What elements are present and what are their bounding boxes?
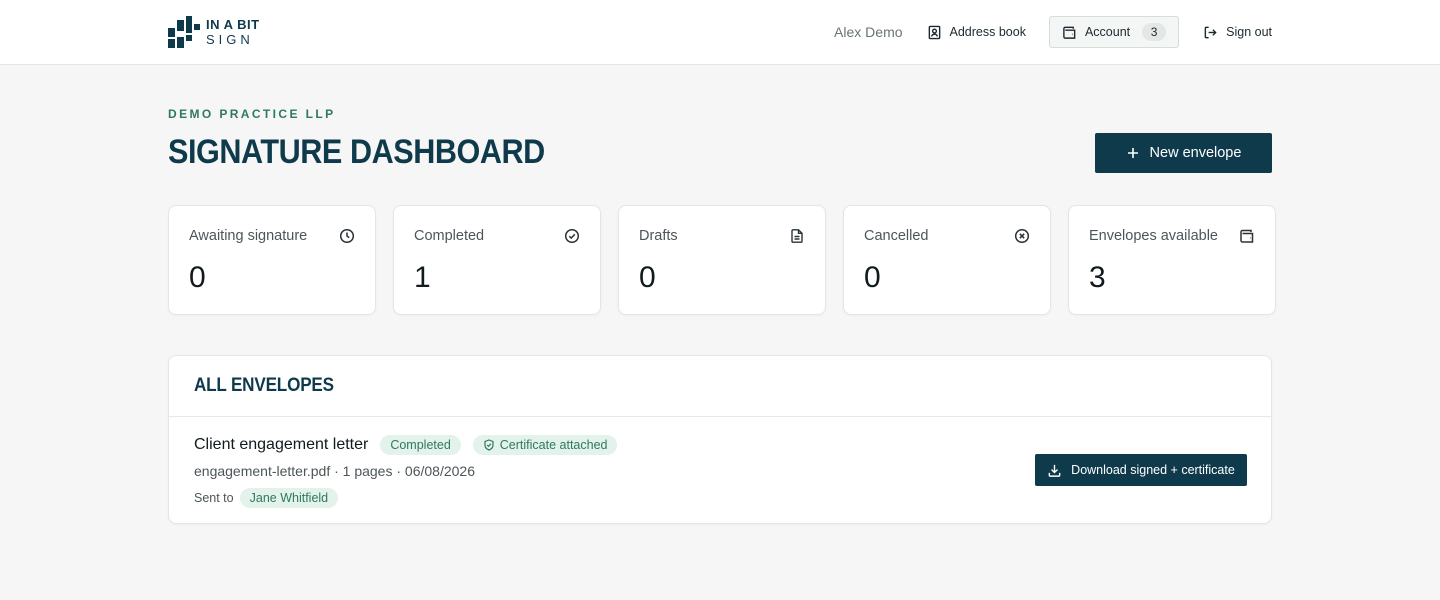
stat-label: Completed bbox=[414, 228, 485, 244]
logo[interactable]: IN A BIT SIGN bbox=[168, 16, 260, 48]
address-book-link[interactable]: Address book bbox=[927, 25, 1026, 40]
clock-icon bbox=[339, 228, 355, 244]
wallet-icon bbox=[1063, 26, 1076, 39]
organization-name: DEMO PRACTICE LLP bbox=[168, 107, 336, 121]
sent-to-label: Sent to bbox=[194, 491, 234, 505]
page-title: SIGNATURE DASHBOARD bbox=[168, 133, 545, 171]
envelopes-heading: ALL ENVELOPES bbox=[194, 375, 334, 396]
envelope-row[interactable]: Client engagement letter Completed Certi… bbox=[169, 417, 1271, 524]
document-icon bbox=[789, 228, 805, 244]
stat-card-cancelled[interactable]: Cancelled 0 bbox=[843, 205, 1051, 315]
plus-icon bbox=[1127, 148, 1138, 158]
logo-mark-icon bbox=[168, 16, 200, 48]
stat-value: 0 bbox=[864, 261, 881, 294]
stat-value: 0 bbox=[189, 261, 206, 294]
envelope-name[interactable]: Client engagement letter bbox=[194, 436, 368, 454]
download-icon bbox=[1048, 464, 1061, 477]
recipient-badge: Jane Whitfield bbox=[239, 488, 339, 508]
stat-value: 3 bbox=[1089, 261, 1106, 294]
download-label: Download signed + certificate bbox=[1071, 463, 1235, 477]
logo-line-2: SIGN bbox=[206, 32, 254, 47]
certificate-badge: Certificate attached bbox=[472, 435, 618, 455]
status-badge-label: Completed bbox=[390, 438, 451, 452]
account-button[interactable]: Account 3 bbox=[1048, 16, 1180, 48]
check-circle-icon bbox=[564, 228, 580, 244]
logo-text: IN A BIT SIGN bbox=[206, 18, 260, 46]
shield-check-icon bbox=[484, 439, 494, 451]
new-envelope-button[interactable]: New envelope bbox=[1095, 133, 1272, 173]
envelope-title-line: Client engagement letter Completed Certi… bbox=[194, 435, 618, 455]
status-badge: Completed bbox=[380, 435, 461, 455]
stat-card-awaiting-signature[interactable]: Awaiting signature 0 bbox=[168, 205, 376, 315]
stat-label: Envelopes available bbox=[1089, 228, 1218, 244]
address-book-label: Address book bbox=[949, 25, 1026, 39]
x-circle-icon bbox=[1014, 228, 1030, 244]
envelopes-panel-header: ALL ENVELOPES bbox=[169, 356, 1271, 417]
top-bar: IN A BIT SIGN Alex Demo Address book Acc… bbox=[0, 0, 1440, 65]
envelope-recipients: Sent to Jane Whitfield bbox=[194, 488, 339, 508]
certificate-badge-label: Certificate attached bbox=[499, 438, 608, 452]
user-name: Alex Demo bbox=[834, 24, 903, 40]
download-signed-button[interactable]: Download signed + certificate bbox=[1035, 454, 1247, 486]
stats-row: Awaiting signature 0 Completed 1 Drafts … bbox=[168, 205, 1276, 315]
sign-out-link[interactable]: Sign out bbox=[1203, 25, 1272, 40]
top-nav: Alex Demo Address book Account 3 Sign ou… bbox=[834, 16, 1272, 48]
stat-card-completed[interactable]: Completed 1 bbox=[393, 205, 601, 315]
logo-line-1: IN A BIT bbox=[206, 17, 260, 32]
envelopes-panel: ALL ENVELOPES Client engagement letter C… bbox=[168, 355, 1272, 524]
stat-label: Drafts bbox=[639, 228, 678, 244]
account-label: Account bbox=[1084, 25, 1131, 39]
stat-card-envelopes-available[interactable]: Envelopes available 3 bbox=[1068, 205, 1276, 315]
new-envelope-label: New envelope bbox=[1149, 145, 1242, 161]
sign-out-icon bbox=[1204, 26, 1217, 38]
address-book-icon bbox=[928, 25, 940, 39]
account-count-badge: 3 bbox=[1142, 23, 1167, 41]
envelope-meta: engagement-letter.pdf · 1 pages · 06/08/… bbox=[194, 463, 475, 479]
stat-value: 0 bbox=[639, 261, 656, 294]
wallet-icon bbox=[1239, 228, 1255, 244]
stat-label: Cancelled bbox=[864, 228, 929, 244]
stat-value: 1 bbox=[414, 261, 431, 294]
stat-label: Awaiting signature bbox=[189, 228, 308, 244]
sign-out-label: Sign out bbox=[1226, 25, 1272, 39]
stat-card-drafts[interactable]: Drafts 0 bbox=[618, 205, 826, 315]
